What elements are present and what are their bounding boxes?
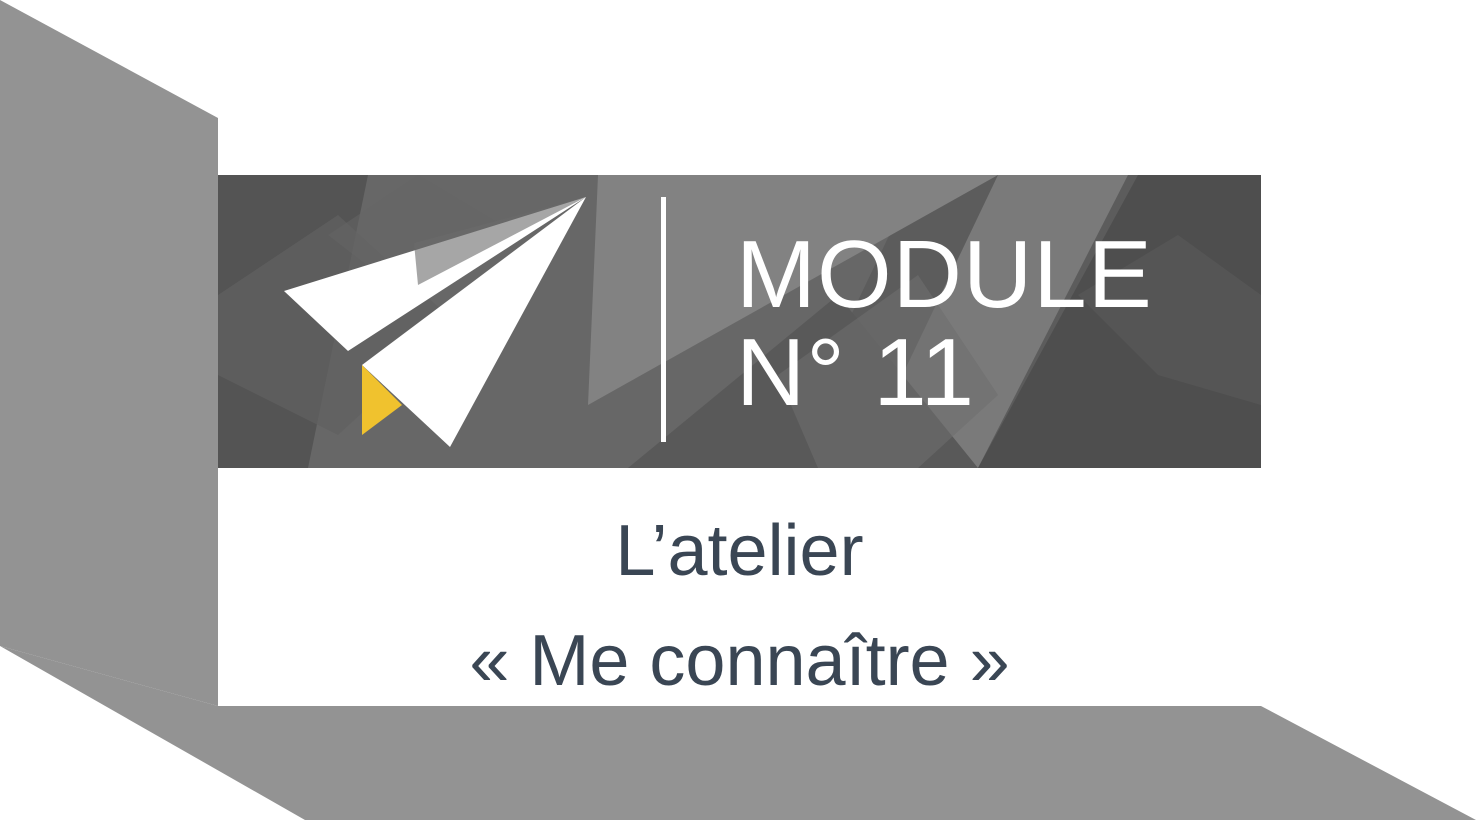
title-card: MODULE N° 11 L’atelier « Me connaître » (218, 118, 1261, 706)
banner-divider (661, 197, 666, 442)
module-banner: MODULE N° 11 (218, 175, 1261, 468)
workshop-title-line1: L’atelier (615, 511, 864, 591)
module-title: MODULE (736, 221, 1153, 328)
workshop-title: L’atelier « Me connaître » (218, 496, 1261, 716)
left-gray-panel (0, 0, 218, 706)
module-number: N° 11 (736, 319, 976, 426)
paper-plane-icon (284, 197, 586, 447)
workshop-title-line2: « Me connaître » (469, 621, 1010, 701)
